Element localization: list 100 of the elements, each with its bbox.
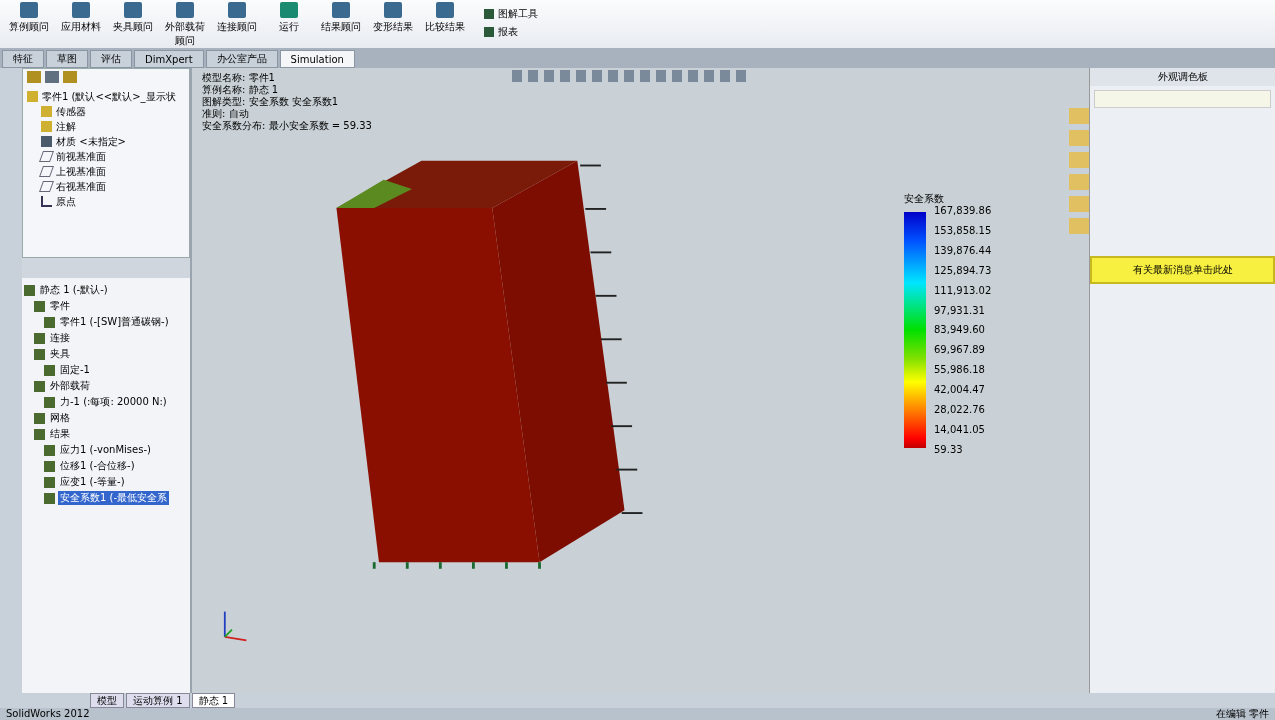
ribbon-button[interactable]: 比较结果 <box>422 0 468 36</box>
ribbon-button[interactable]: 运行 <box>266 0 312 36</box>
tree-item[interactable]: 右视基准面 <box>56 179 106 194</box>
plot-info-text: 图解类型: 安全系数 安全系数1 <box>202 96 340 108</box>
tree-node-icon <box>34 380 45 392</box>
legend-value: 69,967.89 <box>934 344 986 356</box>
tree-item[interactable]: 注解 <box>56 119 76 134</box>
document-tab[interactable]: 静态 1 <box>191 693 236 708</box>
tree-item[interactable]: 外部载荷 <box>48 379 92 393</box>
tree-item[interactable]: 固定-1 <box>58 363 92 377</box>
plane-icon <box>39 181 54 192</box>
tool-icon <box>332 2 350 18</box>
tree-item[interactable]: 材质 <未指定> <box>56 134 126 149</box>
tree-node-icon <box>44 476 55 488</box>
legend-value: 111,913.02 <box>934 284 992 296</box>
ribbon-tab[interactable]: 草图 <box>46 50 88 68</box>
tool-icon <box>72 2 90 18</box>
plot-info-text: 算例名称: 静态 1 <box>202 84 280 96</box>
ribbon-button[interactable]: 外部载荷顾问 <box>162 0 208 50</box>
legend-value: 28,022.76 <box>934 404 986 416</box>
tree-item[interactable]: 上视基准面 <box>56 164 106 179</box>
tool-icon <box>228 2 246 18</box>
tree-item[interactable]: 零件1 (-[SW]普通碳钢-) <box>58 315 171 329</box>
legend-value: 55,986.18 <box>934 364 986 376</box>
tree-node-icon <box>34 428 45 440</box>
origin-icon <box>41 196 52 207</box>
tree-node-icon <box>44 396 55 408</box>
ribbon-tab[interactable]: 评估 <box>90 50 132 68</box>
legend-value: 167,839.86 <box>934 205 992 216</box>
tree-node-icon <box>34 332 45 344</box>
ribbon-button[interactable]: 变形结果 <box>370 0 416 36</box>
tree-item[interactable]: 安全系数1 (-最低安全系 <box>58 491 170 505</box>
status-text: SolidWorks 2012 <box>6 708 90 720</box>
part-icon <box>27 91 38 102</box>
legend-value: 59.33 <box>934 443 964 455</box>
legend-value: 14,041.05 <box>934 423 986 435</box>
tool-icon <box>384 2 402 18</box>
ribbon-button[interactable]: 结果顾问 <box>318 0 364 36</box>
plot-info-text: 模型名称: 零件1 <box>202 72 276 84</box>
ribbon-tab[interactable]: 特征 <box>2 50 44 68</box>
tree-item[interactable]: 零件1 (默认<<默认>_显示状 <box>42 89 176 104</box>
tree-node-icon <box>34 348 45 360</box>
tree-node-icon <box>44 316 55 328</box>
document-tab[interactable]: 运动算例 1 <box>126 693 190 708</box>
tree-item[interactable]: 网格 <box>48 411 72 425</box>
ribbon-tab[interactable]: Simulation <box>279 50 355 68</box>
folder-icon <box>41 121 52 132</box>
tool-icon <box>436 2 454 18</box>
legend-title: 安全系数 <box>904 192 945 206</box>
tree-item[interactable]: 力-1 (:每项: 20000 N:) <box>58 395 169 409</box>
ribbon-button[interactable]: 图解工具 <box>482 6 540 22</box>
legend-value: 42,004.47 <box>934 384 986 396</box>
search-field[interactable] <box>1094 90 1271 108</box>
plane-icon <box>39 166 54 177</box>
tree-node-icon <box>44 460 55 472</box>
legend-value: 125,894.73 <box>934 264 992 276</box>
plane-icon <box>39 151 54 162</box>
tree-tab-icon[interactable] <box>27 71 41 83</box>
tree-item[interactable]: 前视基准面 <box>56 149 106 164</box>
tree-item[interactable]: 应变1 (-等量-) <box>58 475 127 489</box>
legend-value: 153,858.15 <box>934 224 992 236</box>
legend-value: 97,931.31 <box>934 304 986 316</box>
ribbon-tab[interactable]: 办公室产品 <box>205 50 278 68</box>
task-pane-tabs[interactable] <box>1069 108 1089 238</box>
legend-value: 83,949.60 <box>934 324 986 336</box>
tree-item[interactable]: 结果 <box>48 427 72 441</box>
ribbon-button[interactable]: 算例顾问 <box>6 0 52 36</box>
tool-icon <box>20 2 38 18</box>
tool-icon <box>124 2 142 18</box>
document-tab[interactable]: 模型 <box>90 693 124 708</box>
tree-node-icon <box>44 492 55 504</box>
tree-item[interactable]: 传感器 <box>56 104 86 119</box>
plot-info-text: 准则: 自动 <box>202 108 250 120</box>
ribbon-button[interactable]: 连接顾问 <box>214 0 260 36</box>
tree-item[interactable]: 夹具 <box>48 347 72 361</box>
list-tab-icon[interactable] <box>45 71 59 83</box>
ribbon-tab[interactable]: DimXpert <box>134 50 204 68</box>
tree-item[interactable]: 应力1 (-vonMises-) <box>58 443 153 457</box>
pane-title: 外观调色板 <box>1090 68 1275 86</box>
tree-item[interactable]: 零件 <box>48 299 72 313</box>
tool-icon <box>280 2 298 18</box>
tree-item[interactable]: 位移1 (-合位移-) <box>58 459 137 473</box>
legend-value: 139,876.44 <box>934 244 992 256</box>
tree-node-icon <box>24 284 35 296</box>
message-banner[interactable]: 有关最新消息单击此处 <box>1090 256 1275 284</box>
ribbon-button[interactable]: 夹具顾问 <box>110 0 156 36</box>
ribbon-button[interactable]: 报表 <box>482 24 540 40</box>
tree-node-icon <box>34 300 45 312</box>
tree-item[interactable]: 静态 1 (-默认-) <box>38 283 110 297</box>
tree-item[interactable]: 原点 <box>56 194 76 209</box>
tree-node-icon <box>34 412 45 424</box>
tree-node-icon <box>44 364 55 376</box>
folder-icon <box>41 106 52 117</box>
config-tab-icon[interactable] <box>63 71 77 83</box>
tree-node-icon <box>44 444 55 456</box>
tree-item[interactable]: 连接 <box>48 331 72 345</box>
material-icon <box>41 136 52 147</box>
tool-icon <box>176 2 194 18</box>
ribbon-button[interactable]: 应用材料 <box>58 0 104 36</box>
plot-info-text: 安全系数分布: 最小安全系数 = 59.33 <box>202 120 372 132</box>
